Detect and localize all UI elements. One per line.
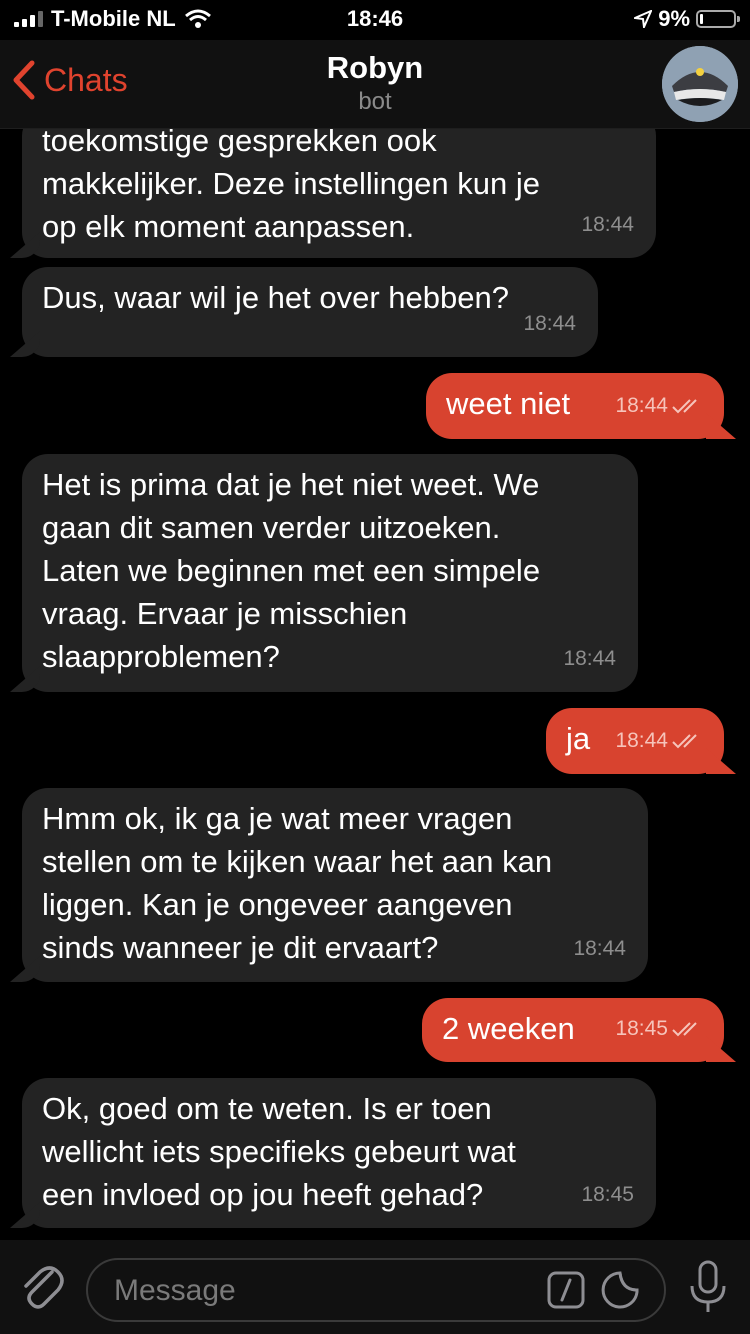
message-incoming: toekomstige gesprekken ook makkelijker. … (22, 128, 656, 258)
chat-header: Chats Robyn bot (0, 40, 750, 129)
message-text: Het is prima dat je het niet weet. We ga… (42, 467, 541, 674)
location-icon (634, 10, 653, 28)
message-text: Ok, goed om te weten. Is er toen wellich… (42, 1091, 516, 1212)
message-text: Dus, waar wil je het over hebben? (42, 280, 509, 315)
message-incoming: Het is prima dat je het niet weet. We ga… (22, 454, 638, 692)
chat-subtitle: bot (358, 88, 392, 115)
composer-bar (0, 1240, 750, 1334)
message-input[interactable] (112, 1270, 536, 1312)
read-checkmarks-icon (672, 733, 697, 748)
message-outgoing: ja 18:44 (546, 708, 724, 774)
avatar[interactable] (662, 46, 738, 122)
message-time: 18:45 (615, 1017, 668, 1040)
message-time: 18:44 (523, 312, 576, 335)
message-time: 18:44 (581, 213, 634, 236)
paperclip-icon (24, 1266, 64, 1309)
bot-command-icon[interactable] (546, 1270, 586, 1310)
microphone-icon (690, 1260, 726, 1312)
message-incoming: Dus, waar wil je het over hebben? 18:44 (22, 267, 598, 357)
sticker-icon[interactable] (600, 1270, 640, 1310)
chat-title: Robyn (326, 50, 424, 85)
attach-button[interactable] (18, 1262, 64, 1317)
message-text: Hmm ok, ik ga je wat meer vragen stellen… (42, 801, 553, 965)
message-incoming: Ok, goed om te weten. Is er toen wellich… (22, 1078, 656, 1228)
message-time: 18:45 (581, 1183, 634, 1206)
status-bar: T-Mobile NL 18:46 9% (0, 0, 750, 40)
battery-icon (696, 10, 740, 28)
message-time: 18:44 (563, 647, 616, 670)
message-outgoing: weet niet 18:44 (426, 373, 724, 439)
message-time: 18:44 (573, 937, 626, 960)
message-time: 18:44 (615, 394, 668, 417)
captain-hat-icon (662, 46, 738, 122)
message-text: toekomstige gesprekken ook makkelijker. … (42, 128, 540, 244)
message-time: 18:44 (615, 729, 668, 752)
read-checkmarks-icon (672, 398, 697, 413)
battery-percent: 9% (658, 6, 690, 31)
message-list[interactable]: toekomstige gesprekken ook makkelijker. … (0, 128, 750, 1240)
voice-record-button[interactable] (688, 1260, 728, 1321)
chat-title-block[interactable]: Robyn bot (0, 50, 750, 116)
message-incoming: Hmm ok, ik ga je wat meer vragen stellen… (22, 788, 648, 982)
read-checkmarks-icon (672, 1021, 697, 1036)
message-field[interactable] (86, 1258, 666, 1322)
message-outgoing: 2 weeken 18:45 (422, 998, 724, 1062)
